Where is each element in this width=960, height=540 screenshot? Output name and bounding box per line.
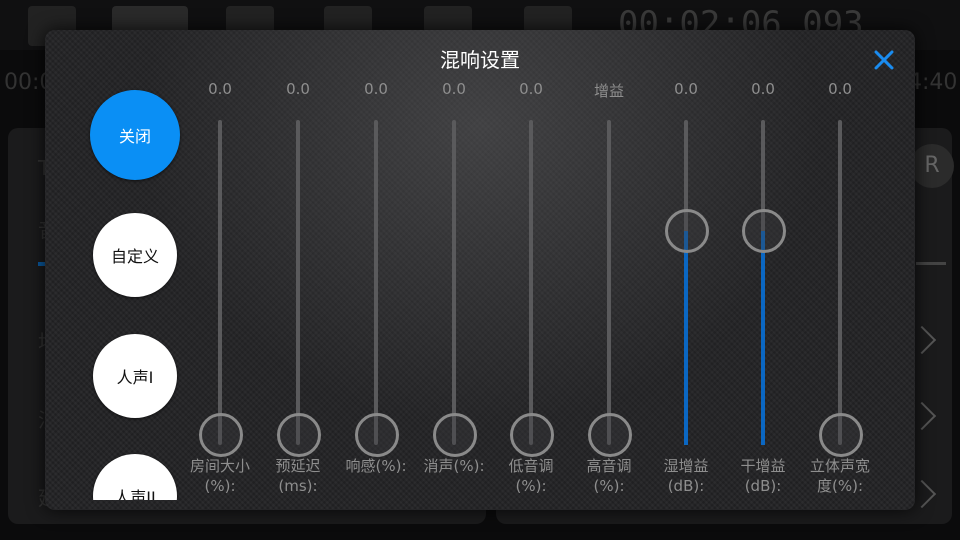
slider-column: 0.0 干增益 (dB): [723,30,803,500]
slider-track[interactable] [296,120,300,445]
slider-column: 0.0 响感(%): [336,30,416,500]
slider-column: 0.0 房间大小 (%): [180,30,260,500]
slider-value: 0.0 [519,80,543,98]
slider-value: 0.0 [674,80,698,98]
preset-vocal-1-button[interactable]: 人声I [93,334,177,418]
bg-divider [916,262,946,265]
slider-value: 0.0 [286,80,310,98]
slider-fill [684,230,688,445]
slider-value: 0.0 [828,80,852,98]
slider-label: 立体声宽 度(%): [809,457,870,495]
slider-value: 0.0 [208,80,232,98]
slider-knob[interactable] [665,208,709,253]
slider-track[interactable] [838,120,842,445]
slider-value: 0.0 [751,80,775,98]
slider-track[interactable] [607,120,611,445]
slider-track[interactable] [218,120,222,445]
slider-knob[interactable] [199,413,243,457]
preset-label: 关闭 [118,127,151,146]
preset-label: 自定义 [110,247,159,266]
slider-knob[interactable] [277,413,321,457]
preset-custom-button[interactable]: 自定义 [93,213,177,297]
slider-column: 0.0 预延迟 (ms): [258,30,338,500]
slider-track[interactable] [374,120,378,445]
slider-fill [761,230,765,445]
slider-knob[interactable] [355,413,399,457]
slider-value: 0.0 [442,80,466,98]
slider-knob[interactable] [588,413,632,457]
slider-column: 增益 高音调 (%): [569,30,649,500]
preset-label: 人声II [114,488,156,500]
slider-value: 0.0 [364,80,388,98]
reverb-settings-dialog: 混响设置 关闭 自定义 人声I 人声II 0.0 房间大小 (%): 0.0 预延迟 … [45,30,915,510]
slider-column: 0.0 低音调 (%): [491,30,571,500]
slider-column: 0.0 立体声宽 度(%): [800,30,880,500]
preset-label: 人声I [116,368,154,387]
preset-vocal-2-button[interactable]: 人声II [93,454,177,500]
slider-value: 增益 [593,82,624,100]
bg-ruler-right: 4:40 [908,70,958,95]
slider-track[interactable] [529,120,533,445]
slider-track[interactable] [452,120,456,445]
slider-column: 0.0 湿增益 (dB): [646,30,726,500]
slider-knob[interactable] [742,208,786,253]
preset-off-button[interactable]: 关闭 [90,90,180,180]
bg-r-button: R [910,144,954,188]
slider-knob[interactable] [819,413,863,457]
slider-column: 0.0 消声(%): [414,30,494,500]
slider-knob[interactable] [510,413,554,457]
preset-list[interactable]: 关闭 自定义 人声I 人声II [45,30,195,500]
slider-knob[interactable] [433,413,477,457]
